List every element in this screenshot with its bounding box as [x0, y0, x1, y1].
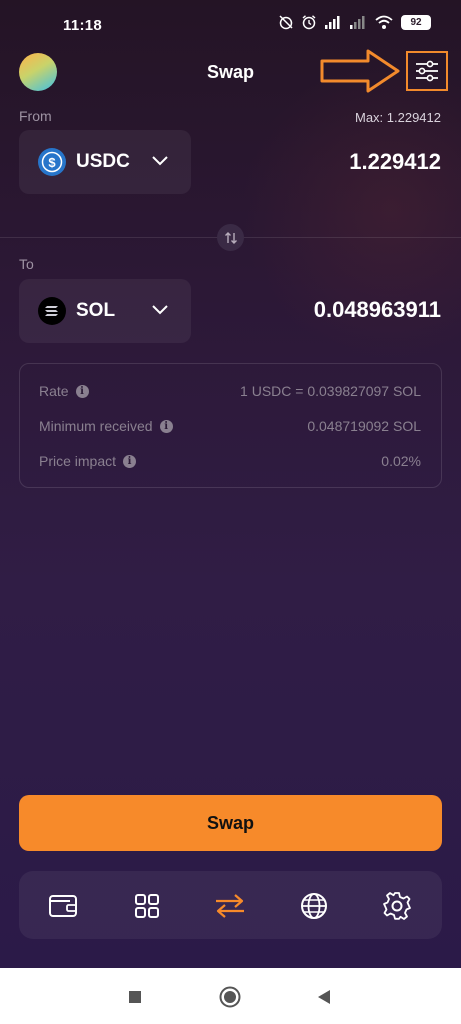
annotation-arrow-icon [320, 49, 400, 93]
wallet-icon [49, 895, 77, 917]
to-token-name: SOL [76, 300, 116, 321]
info-row-rate: Rate i 1 USDC = 0.039827097 SOL [39, 381, 421, 401]
alarm-icon [302, 15, 316, 30]
home-circle-icon[interactable] [219, 986, 241, 1008]
status-bar: 11:18 92 [0, 0, 461, 50]
from-token-name: USDC [76, 151, 130, 172]
minimum-received-value: 0.048719092 SOL [307, 418, 421, 434]
sliders-icon [416, 60, 438, 82]
app-screen: 11:18 92 Swap From Max: 1.229412 $ USDC … [0, 0, 461, 968]
nav-wallet[interactable] [47, 890, 79, 922]
from-amount-input[interactable]: 1.229412 [349, 149, 441, 175]
minimum-received-label: Minimum received [39, 418, 153, 434]
swap-vertical-icon [224, 231, 237, 244]
recents-square-icon[interactable] [128, 990, 142, 1004]
rate-label: Rate [39, 383, 69, 399]
usdc-icon: $ [38, 148, 66, 176]
price-impact-label: Price impact [39, 453, 117, 469]
swap-button[interactable]: Swap [19, 795, 442, 851]
nav-browser[interactable] [298, 890, 330, 922]
info-row-price-impact: Price impact i 0.02% [39, 451, 421, 471]
signal-icon [325, 16, 340, 29]
svg-text:$: $ [48, 155, 56, 170]
max-balance[interactable]: Max: 1.229412 [355, 110, 441, 125]
chevron-down-icon [152, 156, 168, 166]
info-icon[interactable]: i [75, 384, 89, 398]
wifi-icon [375, 15, 393, 29]
to-token-selector[interactable]: SOL [19, 279, 191, 343]
slippage-settings-button[interactable] [406, 51, 448, 91]
globe-icon [301, 893, 327, 919]
alarm-off-icon [279, 15, 293, 30]
from-token-selector[interactable]: $ USDC [19, 130, 191, 194]
rate-value: 1 USDC = 0.039827097 SOL [240, 383, 421, 399]
system-nav-bar [0, 968, 461, 1024]
back-triangle-icon[interactable] [316, 989, 332, 1005]
settings-gear-icon [383, 892, 411, 920]
nav-apps[interactable] [131, 890, 163, 922]
nav-swap[interactable] [214, 890, 246, 922]
bottom-nav [19, 871, 442, 939]
from-label: From [19, 108, 52, 124]
switch-tokens-button[interactable] [217, 224, 244, 251]
swap-arrows-icon [216, 894, 244, 918]
apps-grid-icon [135, 894, 159, 918]
signal-weak-icon [350, 16, 365, 29]
chevron-down-icon [152, 305, 168, 315]
swap-info-card: Rate i 1 USDC = 0.039827097 SOL Minimum … [19, 363, 442, 488]
nav-settings[interactable] [381, 890, 413, 922]
to-amount: 0.048963911 [313, 297, 441, 322]
info-icon[interactable]: i [159, 419, 173, 433]
to-label: To [19, 256, 34, 272]
solana-icon [38, 297, 66, 325]
info-icon[interactable]: i [123, 454, 137, 468]
status-time: 11:18 [63, 17, 103, 34]
price-impact-value: 0.02% [381, 453, 421, 469]
battery-indicator: 92 [401, 14, 431, 30]
status-icons: 92 [278, 14, 431, 30]
info-row-minimum-received: Minimum received i 0.048719092 SOL [39, 416, 421, 436]
